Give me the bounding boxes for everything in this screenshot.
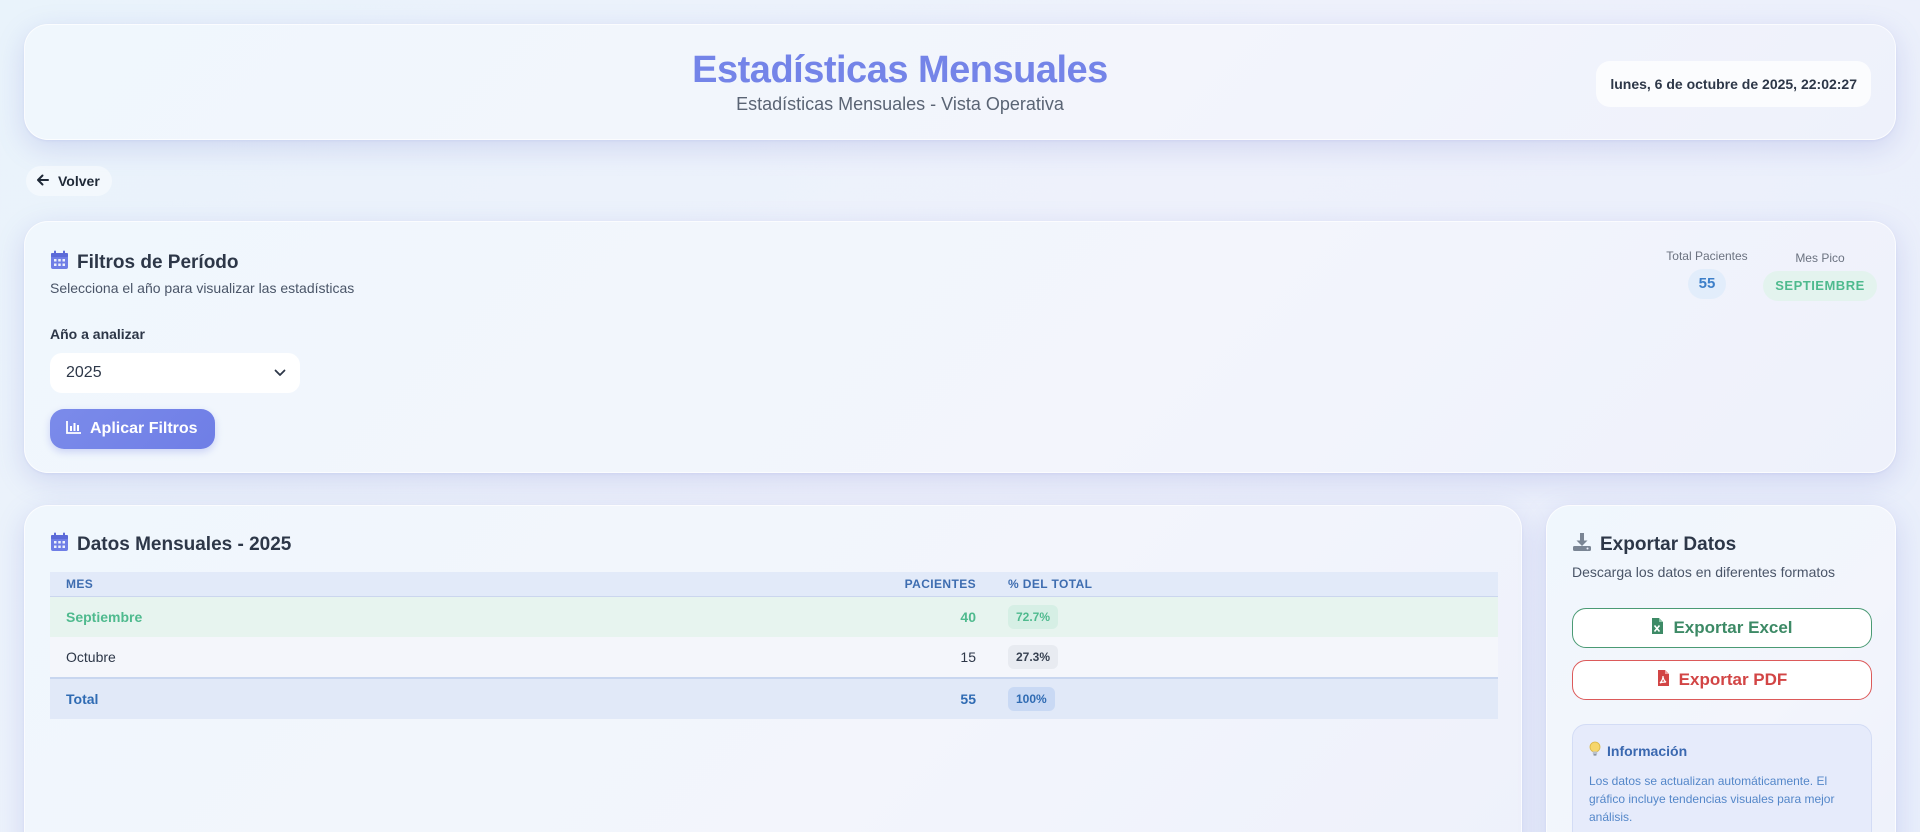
back-label: Volver <box>58 173 100 189</box>
info-title-text: Información <box>1607 742 1688 759</box>
patients-cell: 15 <box>888 637 1008 678</box>
peak-month-label: Mes Pico <box>1795 251 1845 265</box>
year-select[interactable]: 2025 <box>50 353 300 393</box>
monthly-table: MES PACIENTES % DEL TOTAL Septiembre 40 … <box>50 572 1498 719</box>
export-title: Exportar Datos <box>1572 532 1736 558</box>
datetime-display: lunes, 6 de octubre de 2025, 22:02:27 <box>1596 61 1871 107</box>
pdf-file-icon <box>1657 669 1669 691</box>
page-subtitle: Estadísticas Mensuales - Vista Operativa <box>736 94 1064 114</box>
peak-month-value: SEPTIEMBRE <box>1763 271 1877 301</box>
peak-month-stat: Mes Pico SEPTIEMBRE <box>1757 251 1883 301</box>
percent-badge: 72.7% <box>1008 604 1059 629</box>
percent-cell: 27.3% <box>1008 637 1498 678</box>
column-header-percent: % DEL TOTAL <box>1008 572 1498 597</box>
apply-filters-button[interactable]: Aplicar Filtros <box>50 409 215 449</box>
export-title-text: Exportar Datos <box>1600 534 1737 555</box>
export-card: Exportar Datos Descarga los datos en dif… <box>1546 505 1896 832</box>
download-icon <box>1572 532 1592 558</box>
percent-badge: 100% <box>1008 687 1055 711</box>
page-title: Estadísticas Mensuales <box>692 49 1108 91</box>
export-excel-label: Exportar Excel <box>1673 618 1793 637</box>
patients-cell: 40 <box>888 596 1008 637</box>
month-cell: Septiembre <box>50 596 888 637</box>
export-pdf-button[interactable]: Exportar PDF <box>1572 660 1872 700</box>
filters-title: Filtros de Período <box>50 250 239 276</box>
excel-file-icon <box>1651 617 1664 639</box>
column-header-patients: PACIENTES <box>888 572 1008 597</box>
total-patients-label: Total Pacientes <box>1666 249 1748 263</box>
total-patients-cell: 55 <box>888 677 1008 719</box>
month-cell: Octubre <box>50 637 888 678</box>
table-row: Octubre 15 27.3% <box>50 637 1498 678</box>
header-card: Estadísticas Mensuales Estadísticas Mens… <box>24 24 1896 140</box>
export-pdf-label: Exportar PDF <box>1678 670 1788 689</box>
calendar-icon <box>50 532 69 558</box>
monthly-data-card: Datos Mensuales - 2025 MES PACIENTES % D… <box>24 505 1522 832</box>
arrow-left-icon <box>36 173 50 190</box>
lightbulb-icon <box>1589 741 1601 760</box>
year-select-value: 2025 <box>66 364 102 381</box>
back-button[interactable]: Volver <box>26 166 112 196</box>
table-row: Septiembre 40 72.7% <box>50 596 1498 637</box>
column-header-month: MES <box>50 572 888 597</box>
percent-cell: 72.7% <box>1008 596 1498 637</box>
total-patients-value: 55 <box>1687 269 1727 299</box>
total-percent-cell: 100% <box>1008 677 1498 719</box>
total-row: Total 55 100% <box>50 677 1498 719</box>
info-text: Los datos se actualizan automáticamente.… <box>1589 774 1835 824</box>
bar-chart-icon <box>66 420 82 439</box>
info-title: Información <box>1589 741 1855 760</box>
filters-card: Filtros de Período Selecciona el año par… <box>24 221 1896 473</box>
filters-title-text: Filtros de Período <box>77 252 239 273</box>
year-label: Año a analizar <box>50 326 145 342</box>
table-header-row: MES PACIENTES % DEL TOTAL <box>50 572 1498 597</box>
chevron-down-icon <box>274 364 286 382</box>
export-description: Descarga los datos en diferentes formato… <box>1572 564 1836 580</box>
apply-filters-label: Aplicar Filtros <box>90 420 198 437</box>
filters-description: Selecciona el año para visualizar las es… <box>50 280 355 296</box>
monthly-title-text: Datos Mensuales - 2025 <box>77 534 292 555</box>
info-box: Información Los datos se actualizan auto… <box>1572 724 1872 832</box>
monthly-title: Datos Mensuales - 2025 <box>50 532 291 558</box>
percent-badge: 27.3% <box>1008 645 1059 669</box>
total-label-cell: Total <box>50 677 888 719</box>
total-patients-stat: Total Pacientes 55 <box>1657 249 1757 299</box>
export-excel-button[interactable]: Exportar Excel <box>1572 608 1872 648</box>
calendar-icon <box>50 250 69 276</box>
